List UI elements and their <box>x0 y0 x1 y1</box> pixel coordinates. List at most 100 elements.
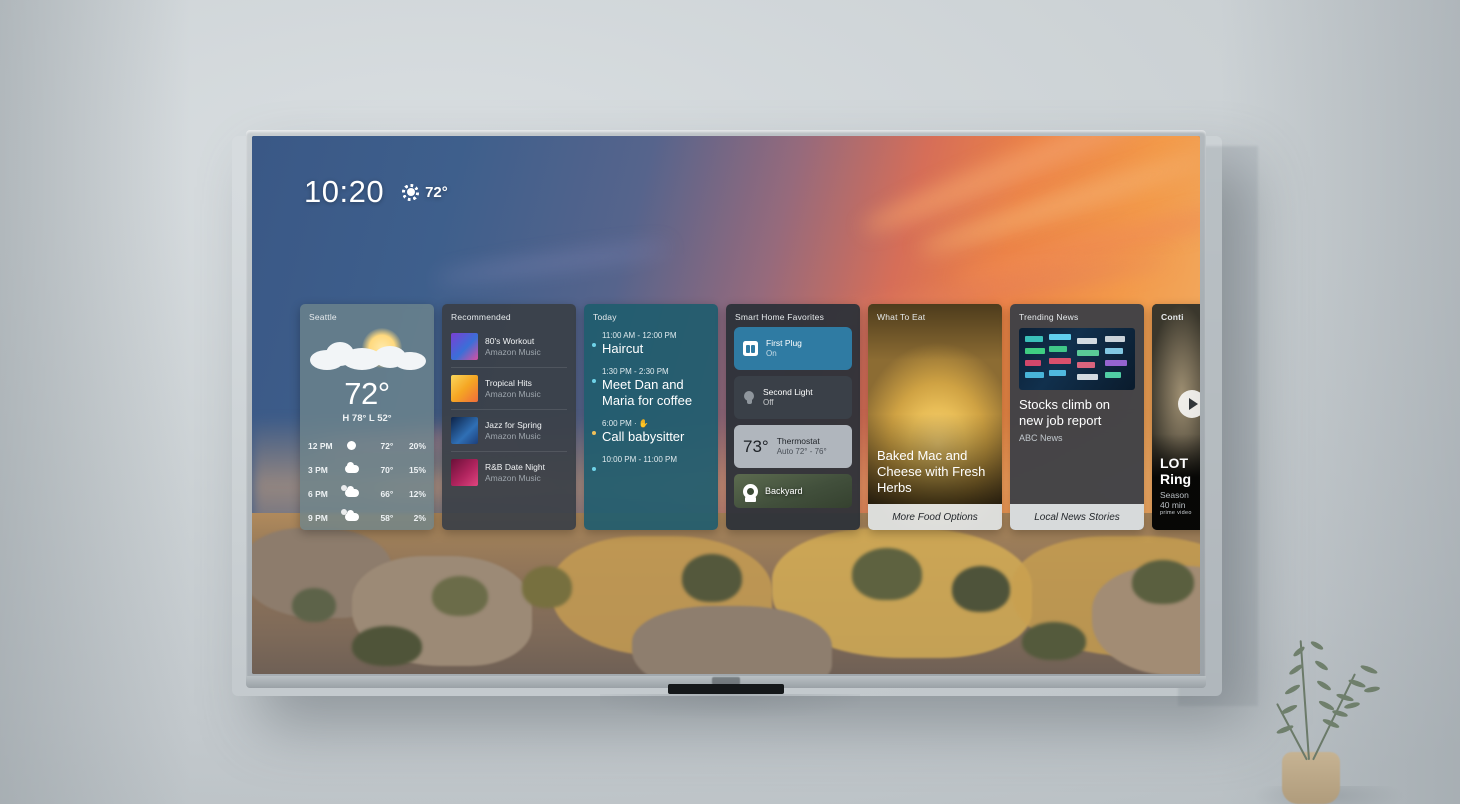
device-state: Off <box>763 397 774 407</box>
weather-hour-row: 9 PM 58° 2% <box>308 506 426 530</box>
list-item[interactable]: Jazz for Spring Amazon Music <box>451 410 567 452</box>
plant-leaf <box>1313 659 1330 672</box>
event-dot <box>592 467 596 472</box>
local-news-stories-button[interactable]: Local News Stories <box>1010 504 1144 530</box>
widget-trending-news[interactable]: Trending News Stocks climb on new job re… <box>1010 304 1144 530</box>
bush <box>352 626 422 666</box>
plant-leaf <box>1359 663 1379 676</box>
weather-city: Seattle <box>309 312 337 322</box>
hour-temp: 66° <box>380 489 394 499</box>
smart-home-device-list: First Plug On Second Light Off 73° Therm… <box>726 322 860 508</box>
list-item[interactable]: 6:00 PM · ✋ Call babysitter <box>592 413 710 449</box>
tv-screen: 10:20 72° Seattle 72° H 78° L 52° 12 PM … <box>252 136 1200 674</box>
outlet-icon <box>743 341 758 356</box>
weather-hour-row: 6 PM 66° 12% <box>308 482 426 506</box>
rock <box>632 606 832 674</box>
track-name: Tropical Hits <box>485 377 532 388</box>
recommended-title: Recommended <box>451 312 511 322</box>
camera-icon <box>743 483 758 502</box>
device-name: First Plug <box>766 337 802 348</box>
weather-hour-row: 3 PM 70° 15% <box>308 458 426 482</box>
hour-temp: 70° <box>380 465 394 475</box>
event-name: Meet Dan and Maria for coffee <box>602 377 693 408</box>
hour-precip: 2% <box>413 513 426 523</box>
list-item[interactable]: 1:30 PM - 2:30 PM Meet Dan and Maria for… <box>592 361 710 413</box>
device-state: On <box>766 348 777 358</box>
bush <box>952 566 1010 612</box>
track-name: Jazz for Spring <box>485 419 542 430</box>
calendar-title: Today <box>593 312 617 322</box>
vase <box>1282 752 1340 804</box>
news-headline: Stocks climb on new job report <box>1019 397 1111 428</box>
hour-time: 12 PM <box>308 441 333 451</box>
plant-leaf <box>1363 685 1381 694</box>
bush <box>1022 622 1086 660</box>
weather-current-temp: 72° <box>344 376 390 411</box>
smart-home-title: Smart Home Favorites <box>735 312 825 322</box>
widget-weather[interactable]: Seattle 72° H 78° L 52° 12 PM 72° 20% 3 … <box>300 304 434 530</box>
track-source: Amazon Music <box>485 346 541 357</box>
widget-smart-home[interactable]: Smart Home Favorites First Plug On Secon… <box>726 304 860 530</box>
plant-leaf <box>1309 639 1325 652</box>
widget-what-to-eat[interactable]: What To Eat Baked Mac and Cheese with Fr… <box>868 304 1002 530</box>
lightbulb-icon <box>743 390 755 405</box>
widget-continue-watching[interactable]: Conti LOT Ring Season 40 min prime video <box>1152 304 1200 530</box>
more-food-options-button[interactable]: More Food Options <box>868 504 1002 530</box>
device-tile-first-plug[interactable]: First Plug On <box>734 327 852 370</box>
partly-cloudy-icon <box>340 509 363 523</box>
hour-precip: 20% <box>408 441 426 451</box>
track-name: 80's Workout <box>485 335 535 346</box>
track-source: Amazon Music <box>485 388 541 399</box>
bush <box>432 576 488 616</box>
album-art <box>451 417 478 444</box>
track-source: Amazon Music <box>485 472 541 483</box>
plant-leaf <box>1343 701 1361 710</box>
status-bar: 10:20 72° <box>304 174 448 210</box>
album-art <box>451 459 478 486</box>
list-item[interactable]: 80's Workout Amazon Music <box>451 326 567 368</box>
sun-icon <box>402 184 419 201</box>
plant-leaf <box>1347 678 1367 689</box>
widget-row: Seattle 72° H 78° L 52° 12 PM 72° 20% 3 … <box>300 304 1200 530</box>
continue-subtitle: Season <box>1160 490 1189 500</box>
album-art <box>451 333 478 360</box>
hour-temp: 58° <box>380 513 394 523</box>
continue-watching-title: Conti <box>1161 312 1184 322</box>
event-name: Haircut <box>602 341 644 356</box>
event-dot <box>592 343 596 347</box>
television: 10:20 72° Seattle 72° H 78° L 52° 12 PM … <box>246 130 1206 682</box>
hour-time: 6 PM <box>308 489 328 499</box>
event-time: 1:30 PM - 2:30 PM <box>602 367 669 377</box>
list-item[interactable]: Tropical Hits Amazon Music <box>451 368 567 410</box>
widget-calendar[interactable]: Today 11:00 AM - 12:00 PM Haircut 1:30 P… <box>584 304 718 530</box>
reminder-icon: · ✋ <box>634 418 649 428</box>
event-name: Call babysitter <box>602 428 685 444</box>
list-item[interactable]: R&B Date Night Amazon Music <box>451 452 567 493</box>
device-tile-thermostat[interactable]: 73° Thermostat Auto 72° - 76° <box>734 425 852 468</box>
partly-cloudy-icon <box>340 485 363 499</box>
continue-duration: 40 min <box>1160 500 1186 510</box>
plant-leaf <box>1279 703 1299 716</box>
plant-leaf <box>1283 683 1302 696</box>
weather-hourly-list: 12 PM 72° 20% 3 PM 70° 15% 6 PM 66° 12% … <box>300 434 434 530</box>
device-state: Auto 72° - 76° <box>776 446 827 456</box>
bush <box>1132 560 1194 604</box>
event-time-text: 6:00 PM <box>602 418 632 428</box>
play-icon[interactable] <box>1178 390 1200 418</box>
bush <box>852 548 922 600</box>
hour-precip: 12% <box>408 489 426 499</box>
partly-cloudy-sun-icon <box>300 324 434 380</box>
clock: 10:20 <box>304 174 385 209</box>
weather-hour-row: 12 PM 72° 20% <box>308 434 426 458</box>
event-time: 10:00 PM - 11:00 PM <box>602 455 677 465</box>
track-name: R&B Date Night <box>485 461 545 472</box>
hour-precip: 15% <box>408 465 426 475</box>
list-item[interactable]: 10:00 PM - 11:00 PM <box>592 449 710 472</box>
bush <box>292 588 336 622</box>
device-tile-second-light[interactable]: Second Light Off <box>734 376 852 419</box>
list-item[interactable]: 11:00 AM - 12:00 PM Haircut <box>592 325 710 361</box>
widget-recommended[interactable]: Recommended 80's Workout Amazon Music Tr… <box>442 304 576 530</box>
news-image-stock-ticker <box>1019 328 1135 390</box>
camera-tile-backyard[interactable]: Backyard <box>734 474 852 508</box>
continue-headline-line2: Ring <box>1160 471 1192 488</box>
